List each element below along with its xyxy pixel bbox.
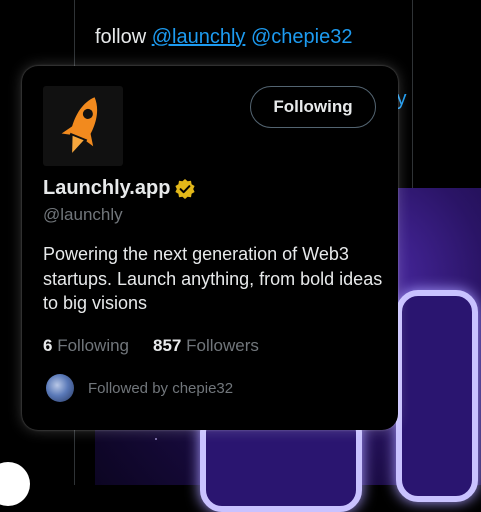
following-count: 6 xyxy=(43,336,53,355)
mention-launchly-link[interactable]: @launchly xyxy=(152,26,246,48)
mention-chepie32-link[interactable]: @chepie32 xyxy=(251,26,352,48)
profile-bio: Powering the next generation of Web3 sta… xyxy=(43,244,383,313)
tweet-prefix: follow xyxy=(95,26,147,48)
follower-avatar xyxy=(46,374,74,402)
following-stat[interactable]: 6 Following xyxy=(43,336,129,356)
followers-stat[interactable]: 857 Followers xyxy=(153,336,259,356)
avatar[interactable] xyxy=(0,462,30,506)
profile-hover-card: Following Launchly.app @launchly Powerin… xyxy=(22,66,398,430)
verified-badge-icon xyxy=(175,178,196,199)
followers-label: Followers xyxy=(186,336,259,355)
tweet-text: follow @launchly @chepie32 xyxy=(95,26,352,49)
followed-by-row[interactable]: Followed by chepie32 xyxy=(43,374,233,402)
rocket-icon xyxy=(61,97,98,153)
following-label: Following xyxy=(57,336,130,355)
profile-name-row: Launchly.app xyxy=(43,177,196,200)
profile-stats: 6 Following 857 Followers xyxy=(43,336,259,356)
profile-avatar[interactable] xyxy=(43,86,123,166)
followed-by-text: Followed by chepie32 xyxy=(88,379,234,397)
following-button[interactable]: Following xyxy=(250,86,376,128)
media-phone-frame xyxy=(396,290,478,502)
profile-handle[interactable]: @launchly xyxy=(43,205,123,225)
profile-name[interactable]: Launchly.app xyxy=(43,177,170,200)
followers-count: 857 xyxy=(153,336,182,355)
